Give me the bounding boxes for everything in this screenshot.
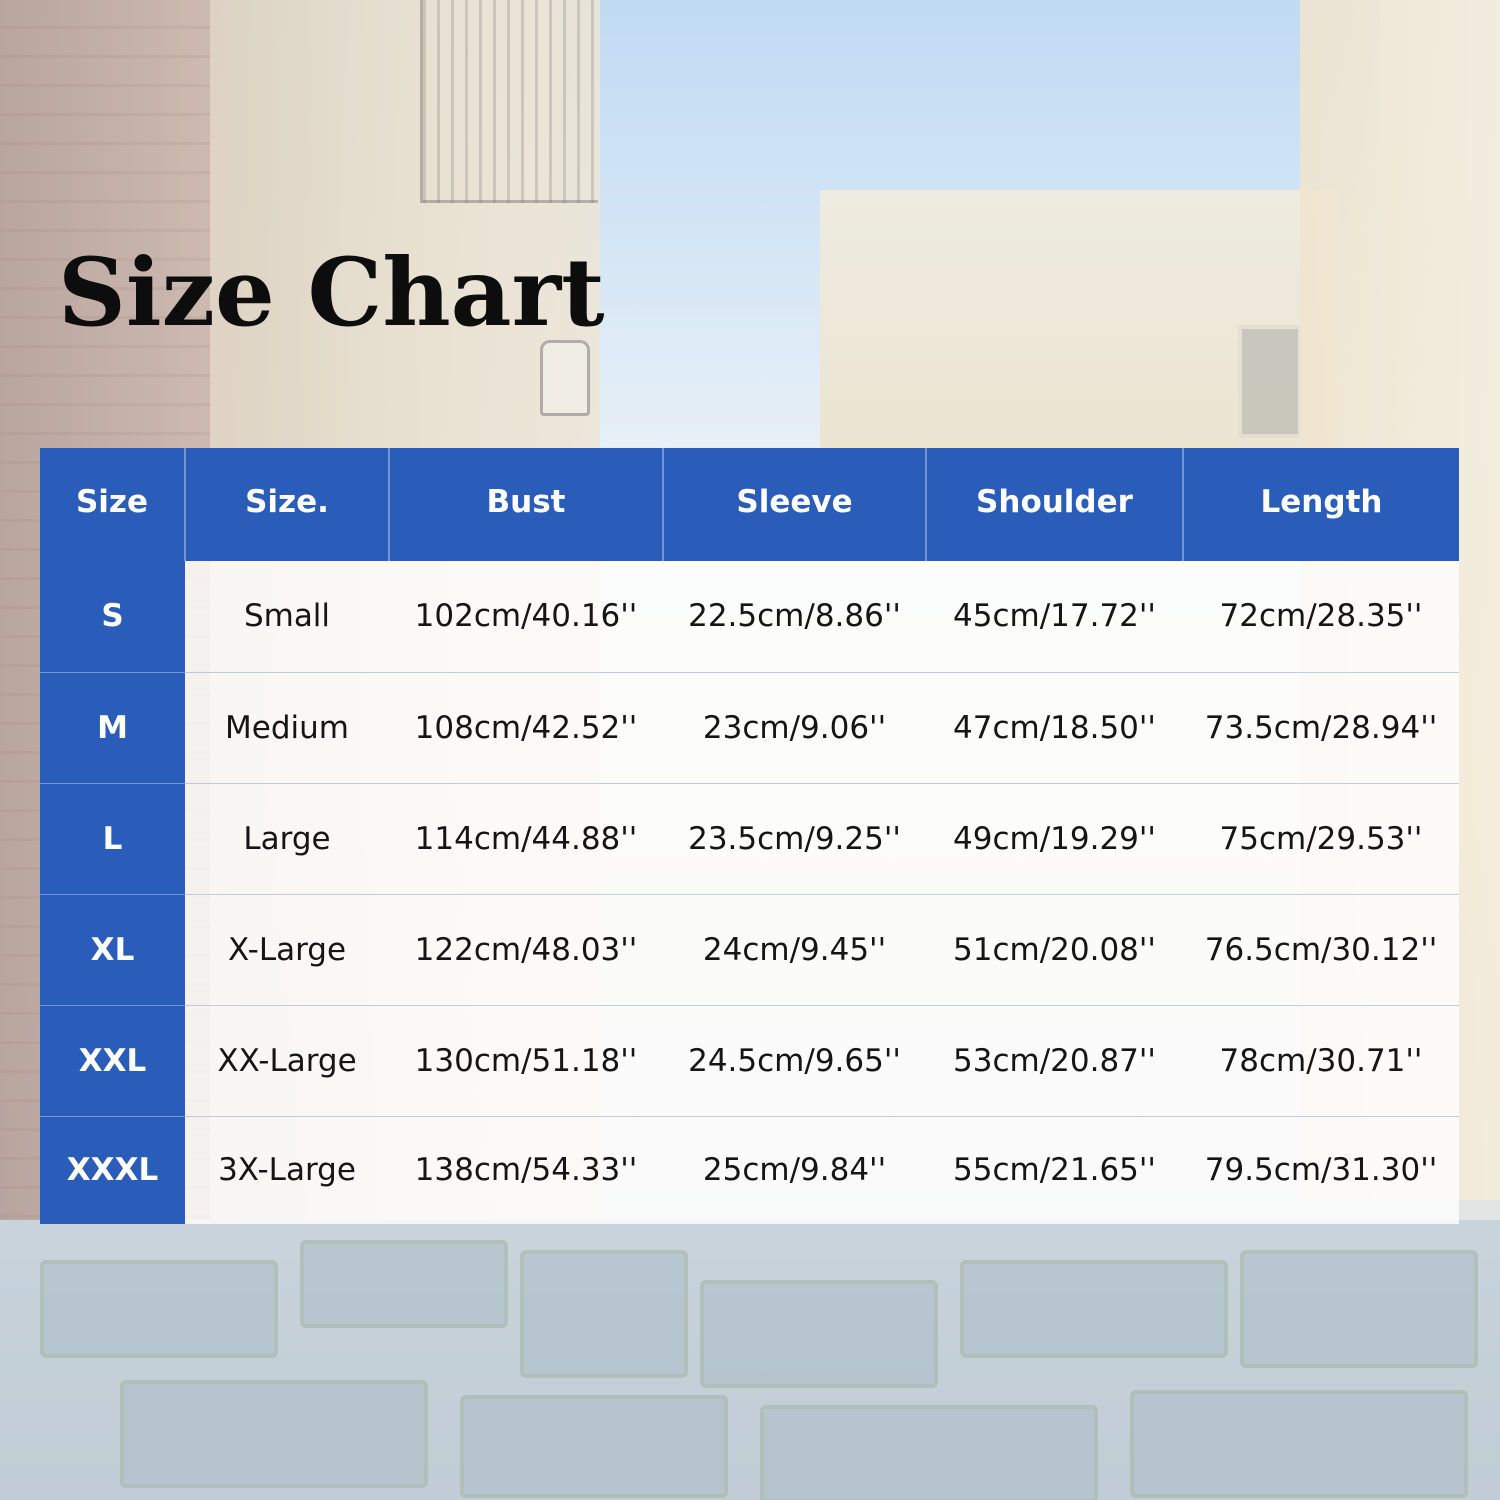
header-sleeve: Sleeve bbox=[662, 448, 926, 561]
size-name-cell: Small bbox=[185, 561, 389, 672]
table-row: XL X-Large 122cm/48.03'' 24cm/9.45'' 51c… bbox=[40, 893, 1459, 1005]
table-header-row: Size Size. Bust Sleeve Shoulder Length bbox=[40, 448, 1459, 561]
length-cell: 79.5cm/31.30'' bbox=[1183, 1115, 1459, 1224]
sleeve-cell: 22.5cm/8.86'' bbox=[663, 561, 926, 672]
sleeve-cell: 24cm/9.45'' bbox=[663, 893, 926, 1005]
shoulder-cell: 53cm/20.87'' bbox=[926, 1004, 1183, 1116]
page-title: Size Chart bbox=[58, 238, 605, 348]
sleeve-cell: 23cm/9.06'' bbox=[663, 671, 926, 783]
size-name-cell: XX-Large bbox=[185, 1004, 389, 1116]
table-row: S Small 102cm/40.16'' 22.5cm/8.86'' 45cm… bbox=[40, 561, 1459, 672]
size-name-cell: Medium bbox=[185, 671, 389, 783]
header-length: Length bbox=[1182, 448, 1459, 561]
length-cell: 75cm/29.53'' bbox=[1183, 782, 1459, 894]
size-code-cell: L bbox=[40, 782, 185, 894]
shoulder-cell: 55cm/21.65'' bbox=[926, 1115, 1183, 1224]
bust-cell: 122cm/48.03'' bbox=[389, 893, 663, 1005]
bust-cell: 130cm/51.18'' bbox=[389, 1004, 663, 1116]
bust-cell: 102cm/40.16'' bbox=[389, 561, 663, 672]
size-code-cell: M bbox=[40, 671, 185, 783]
bust-cell: 114cm/44.88'' bbox=[389, 782, 663, 894]
sleeve-cell: 25cm/9.84'' bbox=[663, 1115, 926, 1224]
header-bust: Bust bbox=[388, 448, 663, 561]
shoulder-cell: 47cm/18.50'' bbox=[926, 671, 1183, 783]
length-cell: 72cm/28.35'' bbox=[1183, 561, 1459, 672]
shoulder-cell: 49cm/19.29'' bbox=[926, 782, 1183, 894]
bust-cell: 108cm/42.52'' bbox=[389, 671, 663, 783]
size-name-cell: X-Large bbox=[185, 893, 389, 1005]
length-cell: 76.5cm/30.12'' bbox=[1183, 893, 1459, 1005]
sleeve-cell: 24.5cm/9.65'' bbox=[663, 1004, 926, 1116]
size-code-cell: XXXL bbox=[40, 1115, 185, 1224]
sleeve-cell: 23.5cm/9.25'' bbox=[663, 782, 926, 894]
header-size-name: Size. bbox=[184, 448, 389, 561]
table-row: XXXL 3X-Large 138cm/54.33'' 25cm/9.84'' … bbox=[40, 1115, 1459, 1224]
size-code-cell: S bbox=[40, 561, 185, 672]
table-row: L Large 114cm/44.88'' 23.5cm/9.25'' 49cm… bbox=[40, 782, 1459, 894]
shoulder-cell: 51cm/20.08'' bbox=[926, 893, 1183, 1005]
length-cell: 73.5cm/28.94'' bbox=[1183, 671, 1459, 783]
bust-cell: 138cm/54.33'' bbox=[389, 1115, 663, 1224]
length-cell: 78cm/30.71'' bbox=[1183, 1004, 1459, 1116]
shoulder-cell: 45cm/17.72'' bbox=[926, 561, 1183, 672]
header-shoulder: Shoulder bbox=[925, 448, 1183, 561]
table-row: XXL XX-Large 130cm/51.18'' 24.5cm/9.65''… bbox=[40, 1004, 1459, 1116]
size-name-cell: Large bbox=[185, 782, 389, 894]
size-code-cell: XL bbox=[40, 893, 185, 1005]
table-row: M Medium 108cm/42.52'' 23cm/9.06'' 47cm/… bbox=[40, 671, 1459, 783]
size-name-cell: 3X-Large bbox=[185, 1115, 389, 1224]
size-code-cell: XXL bbox=[40, 1004, 185, 1116]
size-chart-table: Size Size. Bust Sleeve Shoulder Length S… bbox=[40, 448, 1459, 1224]
header-size-code: Size bbox=[40, 448, 185, 561]
